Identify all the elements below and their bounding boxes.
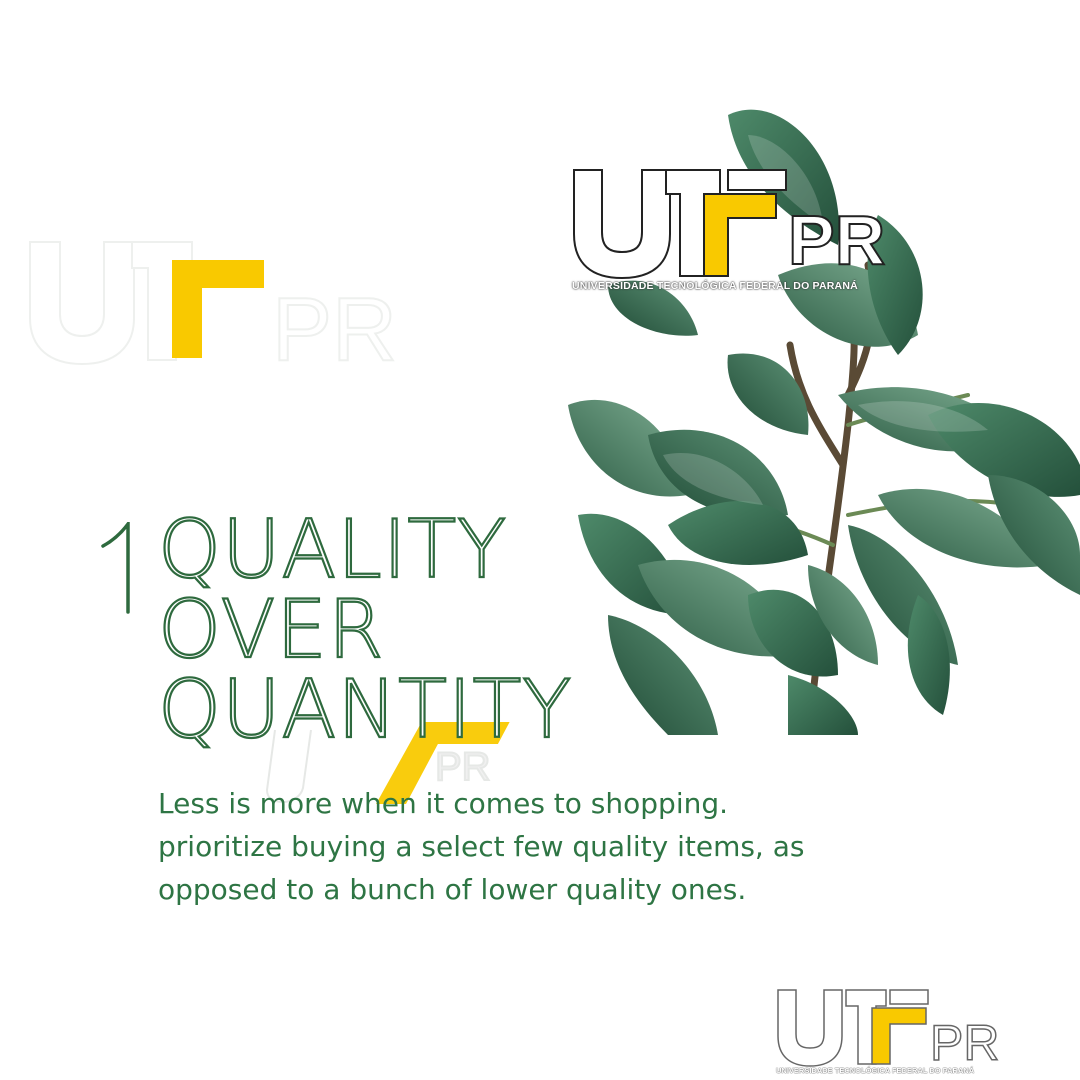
headline-line-2: OVER [157,583,385,676]
logo-caption: UNIVERSIDADE TECNOLÓGICA FEDERAL DO PARA… [572,280,858,292]
logo-bottom-caption: UNIVERSIDADE TECNOLÓGICA FEDERAL DO PARA… [776,1066,975,1075]
post-canvas: PR UNIVERSIDADE TECNOLÓGICA FEDERAL DO P… [0,0,1080,1080]
headline-line-3: QUANTITY [157,663,573,756]
headline-line-1: QUALITY [157,503,508,596]
utfpr-logo-faint-icon: PR [29,241,398,372]
svg-text:PR: PR [272,280,397,372]
utfpr-logo: PR UNIVERSIDADE TECNOLÓGICA FEDERAL DO P… [566,160,926,300]
svg-text:PR: PR [930,1015,999,1068]
logo-letters-pr: PR [788,201,885,279]
step-number-icon [101,522,130,614]
utfpr-logo-bottom: PR UNIVERSIDADE TECNOLÓGICA FEDERAL DO P… [772,986,1022,1080]
body-text: Less is more when it comes to shopping. … [158,787,805,906]
utfpr-logo-bottom-icon: PR [777,989,1000,1072]
utfpr-logo-icon: PR [573,169,886,280]
headline: QUALITY OVER QUANTITY [157,503,573,756]
